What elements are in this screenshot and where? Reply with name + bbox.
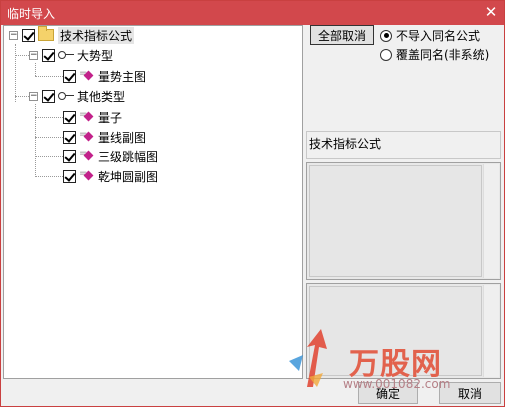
radio-dot[interactable] (380, 29, 392, 42)
tree-connector (15, 55, 29, 56)
formula-checkbox[interactable] (63, 69, 76, 83)
tree-connector (35, 104, 36, 177)
formula-icon (79, 148, 95, 162)
formula-icon (79, 68, 95, 82)
group-checkbox[interactable] (42, 48, 55, 62)
tree-node-label: 其他类型 (77, 89, 126, 104)
formula-icon (79, 168, 95, 182)
radio-label: 覆盖同名(非系统) (396, 48, 490, 62)
tree-connector (35, 156, 65, 157)
deselect-all-button[interactable]: 全部取消 (310, 25, 374, 45)
formula-icon (79, 129, 95, 143)
confirm-button[interactable]: 确定 (358, 382, 418, 404)
window-title: 临时导入 (7, 7, 56, 21)
tree-connector (15, 44, 16, 102)
tree-node-formula[interactable]: 量线副图 (63, 128, 146, 146)
tree-connector (35, 137, 65, 138)
tree-connector (35, 117, 65, 118)
formula-checkbox[interactable] (63, 149, 76, 163)
group-checkbox[interactable] (42, 89, 55, 103)
root-checkbox[interactable] (22, 28, 35, 42)
radio-dot[interactable] (380, 48, 392, 61)
tree-node-label: 三级跳幅图 (98, 149, 159, 164)
tree-connector (15, 96, 29, 97)
tree-connector (35, 63, 36, 76)
tree-node-formula[interactable]: 三级跳幅图 (63, 147, 158, 165)
collapse-icon[interactable]: − (9, 30, 18, 40)
collapse-icon[interactable]: − (29, 91, 38, 101)
close-icon[interactable]: ✕ (482, 3, 500, 21)
folder-icon (38, 26, 54, 41)
tree-connector (35, 76, 65, 77)
tree-node-label: 大势型 (77, 48, 114, 63)
tree-node-root[interactable]: − 技术指标公式 (9, 26, 135, 44)
radio-label: 不导入同名公式 (396, 29, 481, 43)
import-dialog: 临时导入 ✕ − 技术指标公式 − 大势型 = 量势主图 − 其他类型 = 量子… (0, 0, 505, 407)
key-icon (58, 91, 74, 101)
tree-node-label: 量线副图 (98, 130, 147, 145)
cancel-button[interactable]: 取消 (439, 382, 501, 404)
tree-node-formula[interactable]: 量子 (63, 108, 122, 126)
tree-node-label: 量势主图 (98, 69, 147, 84)
scrollbar[interactable] (483, 285, 499, 377)
tree-node-group[interactable]: − 大势型 (29, 46, 113, 64)
title-bar: 临时导入 ✕ (1, 1, 504, 25)
params-box[interactable] (306, 283, 501, 379)
description-area[interactable] (309, 165, 482, 277)
key-icon (58, 50, 74, 60)
tree-connector (35, 176, 65, 177)
formula-checkbox[interactable] (63, 110, 76, 124)
tree-node-label: 技术指标公式 (58, 26, 135, 44)
formula-icon (79, 109, 95, 123)
scrollbar[interactable] (483, 164, 499, 278)
tree-node-label: 乾坤圆副图 (98, 169, 159, 184)
description-box[interactable] (306, 162, 501, 280)
tree-node-formula[interactable]: 量势主图 (63, 67, 146, 85)
formula-checkbox[interactable] (63, 130, 76, 144)
collapse-icon[interactable]: − (29, 50, 38, 60)
tree-node-formula[interactable]: 乾坤圆副图 (63, 167, 158, 185)
formula-checkbox[interactable] (63, 169, 76, 183)
formula-tree[interactable]: − 技术指标公式 − 大势型 量势主图 − 其他类型 量子 (3, 25, 303, 379)
radio-overwrite[interactable]: 覆盖同名(非系统) (380, 46, 489, 63)
tree-node-label: 量子 (98, 110, 123, 125)
radio-no-import[interactable]: 不导入同名公式 (380, 27, 480, 44)
formula-type-label: 技术指标公式 (306, 131, 501, 159)
params-area[interactable] (309, 286, 482, 376)
tree-node-group[interactable]: − 其他类型 (29, 87, 125, 105)
